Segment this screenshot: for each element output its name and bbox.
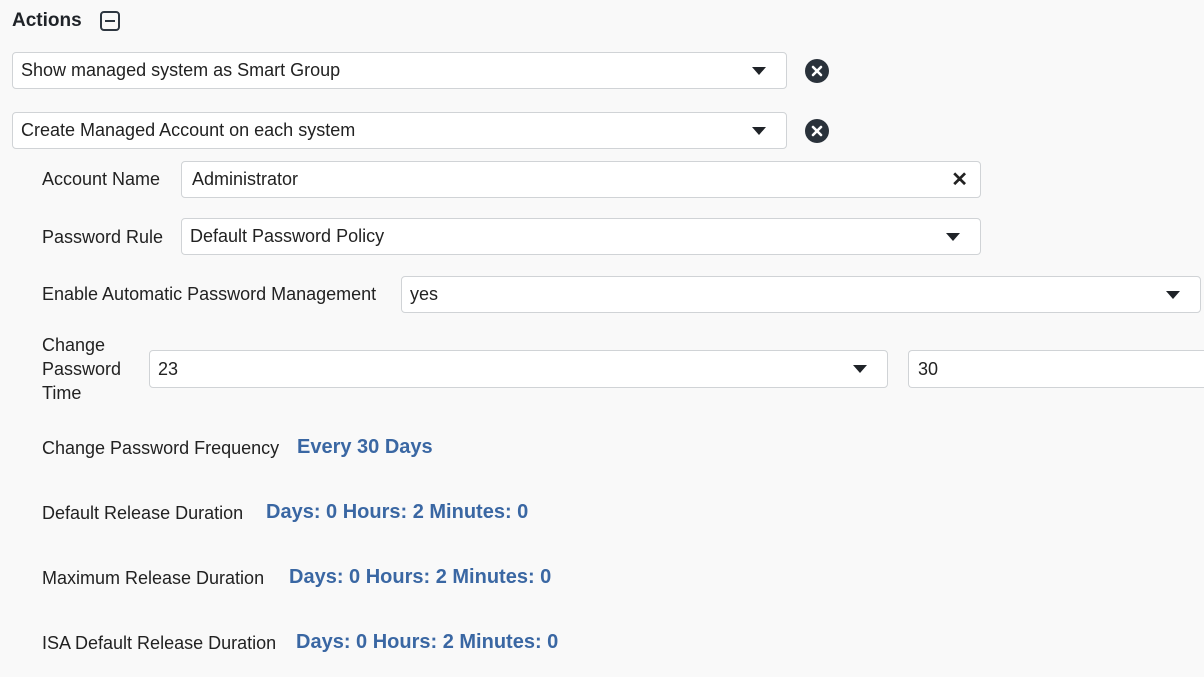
isa-release-label: ISA Default Release Duration	[42, 633, 277, 653]
change-time-label: Change Password Time	[42, 335, 122, 403]
change-time-hour-value: 23	[158, 358, 179, 379]
action-select-2-value: Create Managed Account on each system	[21, 120, 356, 140]
auto-password-label: Enable Automatic Password Management	[42, 284, 377, 304]
action-select-2[interactable]: Create Managed Account on each system	[12, 112, 787, 149]
actions-panel: Actions Show managed system as Smart Gro…	[0, 0, 1204, 677]
chevron-down-icon	[752, 66, 766, 75]
action-select-1[interactable]: Show managed system as Smart Group	[12, 52, 787, 89]
actions-header: Actions	[12, 6, 120, 36]
remove-action-2-icon[interactable]	[805, 119, 829, 143]
account-name-label: Account Name	[42, 169, 161, 189]
chevron-down-icon	[752, 126, 766, 135]
auto-password-value: yes	[410, 284, 439, 304]
password-rule-value: Default Password Policy	[190, 226, 385, 246]
change-time-hour-select[interactable]: 23	[149, 350, 888, 388]
actions-title: Actions	[12, 10, 82, 31]
max-release-value[interactable]: Days: 0 Hours: 2 Minutes: 0	[289, 566, 551, 589]
action-select-1-value: Show managed system as Smart Group	[21, 60, 341, 80]
chevron-down-icon	[1166, 290, 1180, 299]
isa-release-value[interactable]: Days: 0 Hours: 2 Minutes: 0	[296, 631, 558, 654]
change-time-minute-value: 30	[918, 358, 939, 379]
frequency-value[interactable]: Every 30 Days	[297, 436, 433, 459]
account-name-value: Administrator	[192, 169, 299, 189]
max-release-label: Maximum Release Duration	[42, 568, 265, 588]
collapse-icon[interactable]	[99, 11, 120, 31]
default-release-label: Default Release Duration	[42, 503, 244, 523]
chevron-down-icon	[853, 365, 867, 373]
remove-action-1-icon[interactable]	[805, 59, 829, 83]
default-release-value[interactable]: Days: 0 Hours: 2 Minutes: 0	[266, 501, 528, 524]
password-rule-select[interactable]: Default Password Policy	[181, 218, 981, 255]
auto-password-select[interactable]: yes	[401, 276, 1201, 313]
change-time-minute-select[interactable]: 30	[908, 350, 1204, 388]
clear-icon[interactable]: ✕	[951, 170, 968, 190]
account-name-input[interactable]: Administrator ✕	[181, 161, 981, 198]
frequency-label: Change Password Frequency	[42, 438, 280, 458]
password-rule-label: Password Rule	[42, 227, 164, 247]
chevron-down-icon	[946, 232, 960, 241]
